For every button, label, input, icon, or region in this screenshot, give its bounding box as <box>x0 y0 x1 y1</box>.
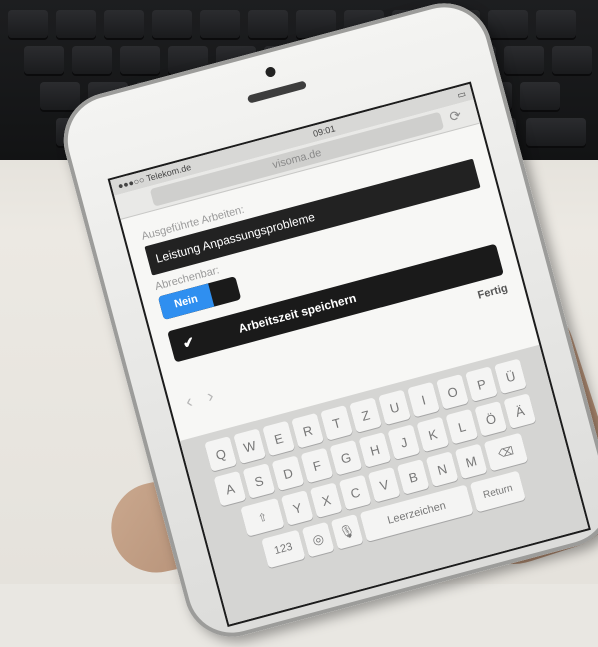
keyboard-key <box>552 46 592 74</box>
keyboard-key <box>200 10 240 38</box>
key[interactable]: O <box>436 373 469 410</box>
key[interactable]: Ö <box>474 400 508 437</box>
key[interactable]: Ä <box>503 393 537 429</box>
front-camera <box>264 65 277 79</box>
battery-icon: ▭ <box>456 87 467 100</box>
key[interactable]: I <box>407 381 440 418</box>
key[interactable]: R <box>291 412 325 449</box>
delete-key-icon[interactable]: ⌫ <box>483 432 529 472</box>
refresh-icon[interactable]: ⟳ <box>448 106 464 125</box>
keyboard-key <box>526 118 586 146</box>
keyboard-key <box>488 10 528 38</box>
microphone-key-icon[interactable]: 🎙 <box>330 513 364 550</box>
key[interactable]: S <box>242 463 276 499</box>
keyboard-key <box>24 46 64 74</box>
keyboard-key <box>56 10 96 38</box>
performed-work-value: Leistung Anpassungsprobleme <box>154 209 317 266</box>
key[interactable]: C <box>338 474 372 511</box>
key[interactable]: W <box>233 428 267 465</box>
keyboard-key <box>152 10 192 38</box>
keyboard-key <box>504 46 544 74</box>
key[interactable]: J <box>387 424 421 460</box>
keyboard-key <box>248 10 288 38</box>
key[interactable]: E <box>262 420 296 457</box>
key[interactable]: V <box>367 466 401 503</box>
key[interactable]: P <box>465 366 498 402</box>
keyboard-key <box>120 46 160 74</box>
key[interactable]: U <box>378 389 411 426</box>
key[interactable]: N <box>425 451 459 487</box>
key[interactable]: Q <box>204 436 238 472</box>
key[interactable]: M <box>454 443 488 480</box>
key[interactable]: B <box>396 459 430 495</box>
next-field-icon[interactable]: › <box>205 385 216 407</box>
key[interactable]: Y <box>280 490 314 526</box>
speaker <box>246 80 307 104</box>
key[interactable]: H <box>358 432 392 468</box>
key[interactable]: Ü <box>494 358 527 395</box>
key[interactable]: K <box>416 416 450 453</box>
key[interactable]: D <box>271 455 305 492</box>
previous-field-icon[interactable]: ‹ <box>183 390 194 412</box>
key[interactable]: Z <box>349 397 382 433</box>
shift-key-icon[interactable]: ⇧ <box>240 497 285 537</box>
key[interactable]: T <box>320 405 354 441</box>
keyboard-key <box>8 10 48 38</box>
keyboard-key <box>72 46 112 74</box>
key[interactable]: G <box>329 439 363 476</box>
keyboard-key <box>104 10 144 38</box>
key[interactable]: X <box>309 482 343 519</box>
keyboard-key <box>520 82 560 110</box>
numbers-key[interactable]: 123 <box>261 529 306 569</box>
key[interactable]: A <box>213 470 247 507</box>
key[interactable]: L <box>445 408 479 445</box>
check-icon: ✔ <box>180 332 197 352</box>
key[interactable]: F <box>300 447 334 484</box>
phone-screen: ●●●○○ Telekom.de 09:01 ▭ visoma.de ⟳ Aus… <box>107 81 591 628</box>
keyboard-key <box>536 10 576 38</box>
return-key[interactable]: Return <box>469 470 526 513</box>
globe-key-icon[interactable]: ◎ <box>301 521 335 558</box>
url-text: visoma.de <box>271 146 323 172</box>
